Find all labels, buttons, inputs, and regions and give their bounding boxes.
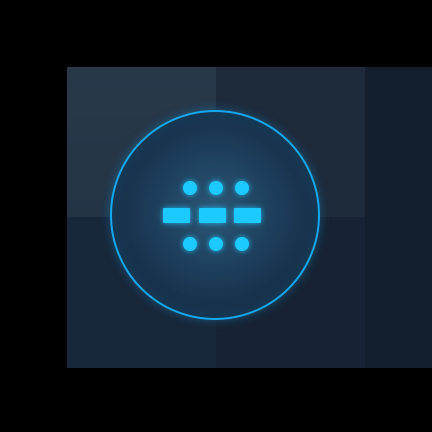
app-icon-tile [67, 67, 432, 368]
app-launcher-button[interactable] [110, 110, 320, 320]
grid-dot-top-2 [209, 181, 223, 195]
grid-dot-bottom-3 [235, 237, 249, 251]
tile-right-strip [365, 67, 432, 368]
grid-bar-3 [234, 208, 261, 223]
grid-bar-2 [199, 208, 226, 223]
grid-dot-bottom-1 [183, 237, 197, 251]
grid-dot-bottom-2 [209, 237, 223, 251]
grid-dot-top-3 [235, 181, 249, 195]
grid-bar-1 [163, 208, 190, 223]
grid-dot-top-1 [183, 181, 197, 195]
screen-canvas [0, 0, 432, 432]
app-grid-icon [163, 181, 261, 251]
